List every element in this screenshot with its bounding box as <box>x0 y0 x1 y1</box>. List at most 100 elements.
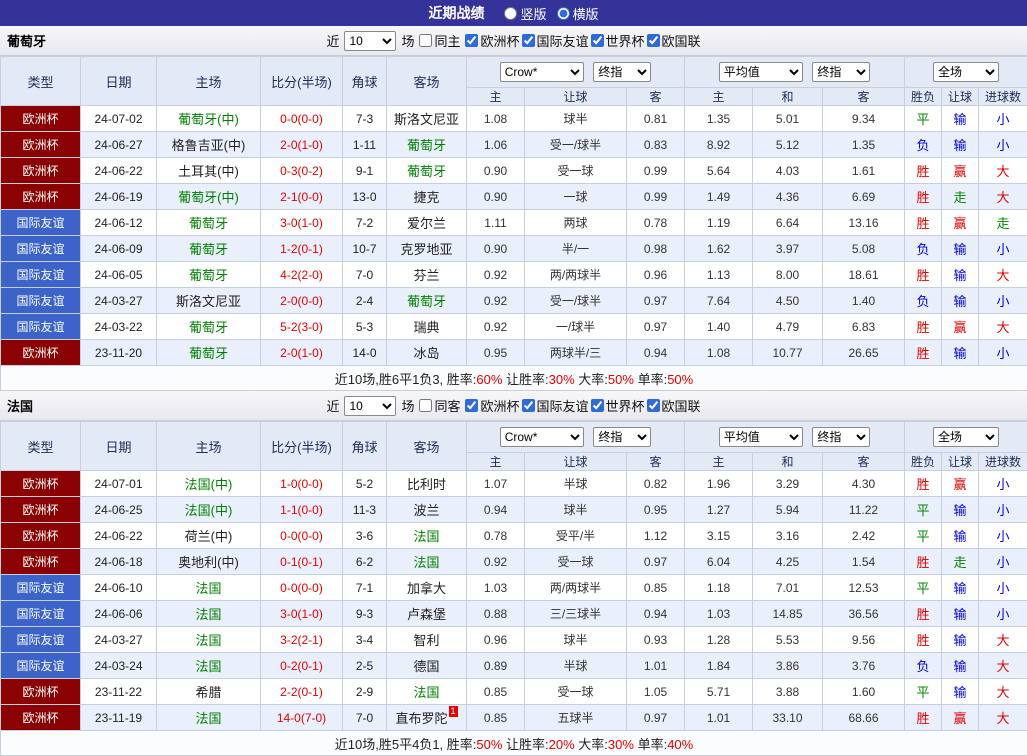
average-odds-select[interactable]: 平均值 <box>719 427 803 447</box>
match-date: 24-06-18 <box>81 549 157 575</box>
bookmaker-select[interactable]: Crow* <box>500 62 584 82</box>
radio-horizontal-label: 横版 <box>573 4 599 23</box>
radio-horizontal-input[interactable] <box>557 7 570 20</box>
home-team[interactable]: 法国 <box>157 627 261 653</box>
competition-checkbox-input[interactable] <box>522 34 535 47</box>
away-team[interactable]: 葡萄牙 <box>387 288 467 314</box>
competition-checkbox[interactable]: 国际友谊 <box>522 396 589 415</box>
competition-checkbox-input[interactable] <box>522 399 535 412</box>
euro-away-odds: 11.22 <box>823 497 905 523</box>
euro-odds-time-select[interactable]: 终指 <box>812 427 870 447</box>
home-team[interactable]: 葡萄牙 <box>157 210 261 236</box>
asian-odds-time-select[interactable]: 终指 <box>593 62 651 82</box>
radio-vertical-layout[interactable]: 竖版 <box>504 4 546 23</box>
home-team[interactable]: 法国 <box>157 575 261 601</box>
match-row: 国际友谊 24-03-27 斯洛文尼亚 2-0(0-0) 2-4 葡萄牙 0.9… <box>1 288 1027 314</box>
euro-away-odds: 1.60 <box>823 679 905 705</box>
competition-checkbox[interactable]: 国际友谊 <box>522 31 589 50</box>
match-row: 欧洲杯 24-07-02 葡萄牙(中) 0-0(0-0) 7-3 斯洛文尼亚 1… <box>1 106 1027 132</box>
competition-checkbox[interactable]: 世界杯 <box>591 396 645 415</box>
euro-draw-odds: 3.16 <box>753 523 823 549</box>
competition-checkbox-input[interactable] <box>465 399 478 412</box>
home-team[interactable]: 奥地利(中) <box>157 549 261 575</box>
same-venue-checkbox[interactable]: 同客 <box>419 396 460 415</box>
away-team[interactable]: 加拿大 <box>387 575 467 601</box>
home-team[interactable]: 格鲁吉亚(中) <box>157 132 261 158</box>
col-header-score: 比分(半场) <box>261 57 343 106</box>
same-venue-input[interactable] <box>419 399 432 412</box>
home-team[interactable]: 法国 <box>157 601 261 627</box>
competition-checkbox[interactable]: 欧洲杯 <box>465 31 519 50</box>
away-team[interactable]: 葡萄牙 <box>387 158 467 184</box>
sub-header-asian-away: 客 <box>627 88 685 106</box>
corner-score: 13-0 <box>343 184 387 210</box>
radio-vertical-input[interactable] <box>504 7 517 20</box>
competition-checkbox-input[interactable] <box>591 34 604 47</box>
competition-checkbox[interactable]: 欧洲杯 <box>465 396 519 415</box>
home-team[interactable]: 葡萄牙 <box>157 236 261 262</box>
asian-away-odds: 0.99 <box>627 158 685 184</box>
euro-home-odds: 1.27 <box>685 497 753 523</box>
competition-checkbox-input[interactable] <box>465 34 478 47</box>
away-team[interactable]: 波兰 <box>387 497 467 523</box>
home-team[interactable]: 希腊 <box>157 679 261 705</box>
away-team[interactable]: 捷克 <box>387 184 467 210</box>
away-team[interactable]: 冰岛 <box>387 340 467 366</box>
sub-header-handicap: 让球 <box>525 88 627 106</box>
away-team[interactable]: 瑞典 <box>387 314 467 340</box>
away-team[interactable]: 智利 <box>387 627 467 653</box>
home-team[interactable]: 葡萄牙 <box>157 262 261 288</box>
competition-type: 欧洲杯 <box>1 106 81 132</box>
away-team[interactable]: 法国 <box>387 523 467 549</box>
away-team[interactable]: 德国 <box>387 653 467 679</box>
bookmaker-select[interactable]: Crow* <box>500 427 584 447</box>
same-venue-input[interactable] <box>419 34 432 47</box>
average-odds-select[interactable]: 平均值 <box>719 62 803 82</box>
home-team[interactable]: 法国 <box>157 705 261 731</box>
competition-checkbox-input[interactable] <box>647 34 660 47</box>
same-venue-checkbox[interactable]: 同主 <box>419 31 460 50</box>
match-count-select[interactable]: 10 <box>344 31 396 51</box>
away-team[interactable]: 比利时 <box>387 471 467 497</box>
competition-checkbox[interactable]: 欧国联 <box>647 396 701 415</box>
away-team[interactable]: 爱尔兰 <box>387 210 467 236</box>
corner-score: 2-4 <box>343 288 387 314</box>
home-team[interactable]: 法国 <box>157 653 261 679</box>
sub-header-euro-home: 主 <box>685 88 753 106</box>
competition-checkbox-input[interactable] <box>591 399 604 412</box>
sub-header-outcome: 胜负 <box>905 88 942 106</box>
asian-odds-time-select[interactable]: 终指 <box>593 427 651 447</box>
home-team[interactable]: 法国(中) <box>157 471 261 497</box>
euro-away-odds: 6.83 <box>823 314 905 340</box>
match-date: 24-03-24 <box>81 653 157 679</box>
home-team[interactable]: 葡萄牙 <box>157 340 261 366</box>
home-team[interactable]: 葡萄牙(中) <box>157 184 261 210</box>
away-team[interactable]: 葡萄牙 <box>387 132 467 158</box>
home-team[interactable]: 土耳其(中) <box>157 158 261 184</box>
fulltime-select[interactable]: 全场 <box>933 62 999 82</box>
result-handicap: 输 <box>942 340 979 366</box>
radio-horizontal-layout[interactable]: 横版 <box>557 4 599 23</box>
away-team[interactable]: 斯洛文尼亚 <box>387 106 467 132</box>
euro-odds-time-select[interactable]: 终指 <box>812 62 870 82</box>
competition-checkbox[interactable]: 欧国联 <box>647 31 701 50</box>
away-team[interactable]: 法国 <box>387 679 467 705</box>
home-team[interactable]: 斯洛文尼亚 <box>157 288 261 314</box>
away-team[interactable]: 克罗地亚 <box>387 236 467 262</box>
away-team[interactable]: 芬兰 <box>387 262 467 288</box>
away-team[interactable]: 直布罗陀1 <box>387 705 467 731</box>
away-team[interactable]: 卢森堡 <box>387 601 467 627</box>
home-team[interactable]: 法国(中) <box>157 497 261 523</box>
home-team[interactable]: 葡萄牙(中) <box>157 106 261 132</box>
home-team[interactable]: 荷兰(中) <box>157 523 261 549</box>
competition-checkbox-input[interactable] <box>647 399 660 412</box>
away-team[interactable]: 法国 <box>387 549 467 575</box>
competition-checkbox[interactable]: 世界杯 <box>591 31 645 50</box>
match-count-select[interactable]: 10 <box>344 396 396 416</box>
summary-text: 让胜率: <box>502 372 548 387</box>
result-handicap: 赢 <box>942 705 979 731</box>
fulltime-select[interactable]: 全场 <box>933 427 999 447</box>
summary-value: 50% <box>608 372 634 387</box>
asian-handicap: 一/球半 <box>525 314 627 340</box>
home-team[interactable]: 葡萄牙 <box>157 314 261 340</box>
